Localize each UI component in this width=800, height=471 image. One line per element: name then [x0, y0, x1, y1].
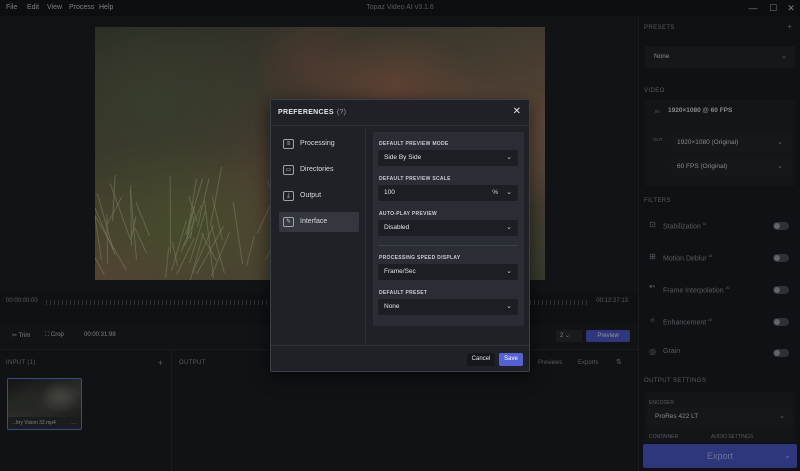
cancel-button[interactable]: Cancel — [467, 353, 495, 366]
preview-scale-title: DEFAULT PREVIEW SCALE — [379, 176, 451, 182]
edit-icon: ✎ — [283, 217, 294, 227]
chevron-down-icon: ⌄ — [506, 224, 512, 231]
dialog-header: PREFERENCES (?) ✕ — [271, 100, 529, 126]
nav-item-interface[interactable]: ✎ Interface — [279, 212, 359, 232]
nav-item-processing[interactable]: ≡ Processing — [279, 134, 359, 154]
chevron-down-icon: ⌄ — [506, 154, 512, 161]
speed-display-title: PROCESSING SPEED DISPLAY — [379, 255, 461, 261]
default-preset-title: DEFAULT PRESET — [379, 290, 428, 296]
help-icon[interactable]: (?) — [337, 109, 346, 116]
nav-label: Directories — [300, 166, 334, 173]
preview-scale-value: 100 — [384, 189, 395, 196]
dialog-title: PREFERENCES (?) — [278, 109, 346, 116]
nav-label: Processing — [300, 140, 335, 147]
autoplay-title: AUTO-PLAY PREVIEW — [379, 211, 438, 217]
download-icon: ⤓ — [283, 191, 294, 201]
divider — [378, 245, 518, 246]
preview-mode-title: DEFAULT PREVIEW MODE — [379, 141, 449, 147]
nav-item-directories[interactable]: ▭ Directories — [279, 160, 359, 180]
autoplay-select[interactable]: Disabled ⌄ — [378, 220, 518, 236]
preview-mode-select[interactable]: Side By Side ⌄ — [378, 150, 518, 166]
autoplay-value: Disabled — [384, 224, 410, 231]
processing-icon: ≡ — [283, 139, 294, 149]
dialog-title-text: PREFERENCES — [278, 109, 334, 116]
preview-mode-value: Side By Side — [384, 154, 422, 161]
close-icon[interactable]: ✕ — [513, 106, 521, 117]
percent-unit: % — [492, 189, 498, 196]
chevron-down-icon: ⌄ — [506, 268, 512, 275]
chevron-down-icon: ⌄ — [506, 189, 512, 196]
nav-item-output[interactable]: ⤓ Output — [279, 186, 359, 206]
preferences-nav: ≡ Processing ▭ Directories ⤓ Output ✎ In… — [271, 127, 366, 345]
nav-label: Output — [300, 192, 322, 199]
preview-scale-input[interactable]: 100 % ⌄ — [378, 185, 518, 201]
default-preset-select[interactable]: None ⌄ — [378, 299, 518, 315]
folder-icon: ▭ — [283, 165, 294, 175]
speed-display-select[interactable]: Frame/Sec ⌄ — [378, 264, 518, 280]
default-preset-value: None — [384, 303, 400, 310]
speed-display-value: Frame/Sec — [384, 268, 416, 275]
chevron-down-icon: ⌄ — [506, 303, 512, 310]
save-button[interactable]: Save — [499, 353, 523, 366]
preferences-dialog: PREFERENCES (?) ✕ ≡ Processing ▭ Director… — [270, 99, 530, 372]
interface-settings: DEFAULT PREVIEW MODE Side By Side ⌄ DEFA… — [373, 132, 524, 326]
nav-label: Interface — [300, 218, 328, 225]
dialog-footer: Cancel Save — [271, 345, 529, 372]
